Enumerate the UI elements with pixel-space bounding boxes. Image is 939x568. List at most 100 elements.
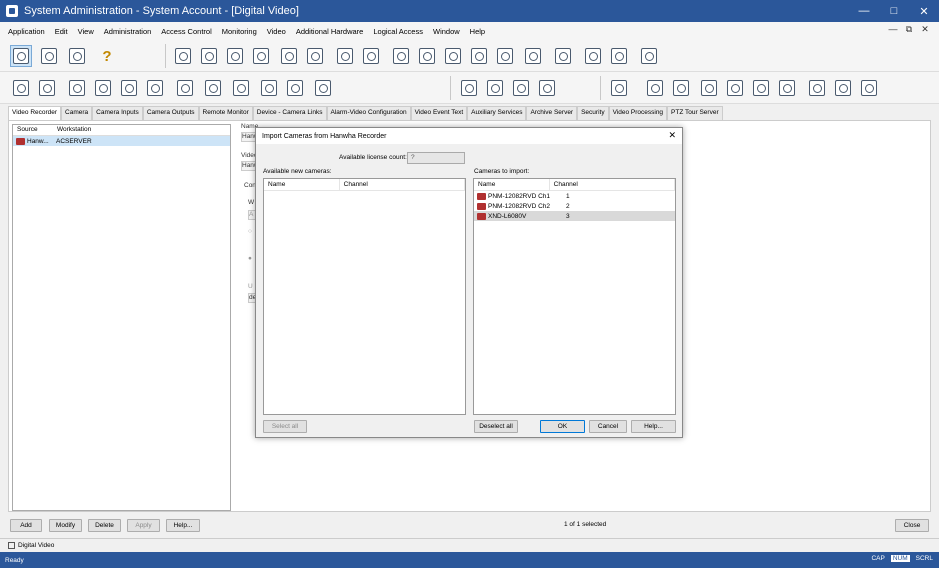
ok-button[interactable]: OK <box>540 420 585 433</box>
toolbar-chip-button[interactable] <box>312 77 334 99</box>
toolbar-help-button[interactable]: ? <box>96 45 118 67</box>
toolbar-alarm-button[interactable] <box>458 77 480 99</box>
toolbar-badge-button[interactable] <box>250 45 272 67</box>
menu-administration[interactable]: Administration <box>104 27 152 36</box>
available-column-channel[interactable]: Channel <box>340 179 465 190</box>
toolbar-video-monitor-button[interactable] <box>484 77 506 99</box>
toolbar-wand-button[interactable] <box>698 77 720 99</box>
toolbar-reader-button[interactable] <box>92 77 114 99</box>
toolbar-hierarchy-button[interactable] <box>10 77 32 99</box>
menu-window[interactable]: Window <box>433 27 460 36</box>
cameras-to-import-list[interactable]: Name Channel PNM-12082RVD Ch1 1 PNM-1208… <box>473 178 676 415</box>
tab-alarm-video-configuration[interactable]: Alarm-Video Configuration <box>326 106 411 120</box>
modify-button[interactable]: Modify <box>49 519 82 532</box>
toolbar-capture-button[interactable] <box>258 77 280 99</box>
list-item[interactable]: Hanw... ACSERVER <box>13 136 230 146</box>
menu-view[interactable]: View <box>78 27 94 36</box>
menu-edit[interactable]: Edit <box>55 27 68 36</box>
toolbar-cardholder-button[interactable] <box>172 45 194 67</box>
dialog-close-icon[interactable]: ✕ <box>668 130 676 141</box>
toolbar-grid-button[interactable] <box>724 77 746 99</box>
tab-camera-outputs[interactable]: Camera Outputs <box>142 106 199 120</box>
mdi-restore-icon[interactable]: ⧉ <box>901 24 917 35</box>
toolbar-settings-list-button[interactable] <box>284 77 306 99</box>
column-source[interactable]: Source <box>13 125 53 135</box>
document-tab[interactable]: Digital Video <box>0 538 939 552</box>
toolbar-display-button[interactable] <box>360 45 382 67</box>
help-button[interactable]: Help... <box>166 519 200 532</box>
tab-video-processing[interactable]: Video Processing <box>608 106 668 120</box>
menu-application[interactable]: Application <box>8 27 45 36</box>
toolbar-dial-button[interactable] <box>750 77 772 99</box>
toolbar-screen-button[interactable] <box>390 45 412 67</box>
recorder-list[interactable]: Source Workstation Hanw... ACSERVER <box>12 124 231 511</box>
toolbar-window-button[interactable] <box>522 45 544 67</box>
dialog-help-button[interactable]: Help... <box>631 420 676 433</box>
toolbar-route-button[interactable] <box>806 77 828 99</box>
tab-camera[interactable]: Camera <box>61 106 93 120</box>
select-all-button[interactable]: Select all <box>263 420 307 433</box>
tab-video-event-text[interactable]: Video Event Text <box>410 106 468 120</box>
tab-auxiliary-services[interactable]: Auxiliary Services <box>467 106 527 120</box>
toolbar-io-button[interactable] <box>118 77 140 99</box>
toolbar-intercom-button[interactable] <box>670 77 692 99</box>
toolbar-monitor-button[interactable] <box>334 45 356 67</box>
list-item[interactable]: PNM-12082RVD Ch2 2 <box>474 201 675 211</box>
tab-security[interactable]: Security <box>577 106 609 120</box>
menu-access-control[interactable]: Access Control <box>161 27 211 36</box>
tab-device-camera-links[interactable]: Device - Camera Links <box>252 106 327 120</box>
menu-help[interactable]: Help <box>470 27 485 36</box>
menu-logical-access[interactable]: Logical Access <box>373 27 423 36</box>
cancel-button[interactable]: Cancel <box>589 420 627 433</box>
toolbar-building-button[interactable] <box>776 77 798 99</box>
toolbar-target-button[interactable] <box>582 45 604 67</box>
mdi-close-icon[interactable]: ✕ <box>917 24 933 35</box>
toolbar-calendar-button[interactable] <box>174 77 196 99</box>
toolbar-panel-button[interactable] <box>36 77 58 99</box>
toolbar-clock-button[interactable] <box>442 45 464 67</box>
toolbar-network-button[interactable] <box>224 45 246 67</box>
menu-additional-hardware[interactable]: Additional Hardware <box>296 27 364 36</box>
add-button[interactable]: Add <box>10 519 42 532</box>
toolbar-search-button[interactable] <box>38 45 60 67</box>
toolbar-transfer-button[interactable] <box>832 77 854 99</box>
tab-ptz-tour-server[interactable]: PTZ Tour Server <box>667 106 723 120</box>
available-column-name[interactable]: Name <box>264 179 340 190</box>
toolbar-tree-button[interactable] <box>638 45 660 67</box>
toolbar-controller-button[interactable] <box>66 77 88 99</box>
tab-remote-monitor[interactable]: Remote Monitor <box>198 106 253 120</box>
tab-video-recorder[interactable]: Video Recorder <box>8 106 62 120</box>
toolbar-gear-button[interactable] <box>536 77 558 99</box>
close-icon[interactable]: ✕ <box>909 0 939 22</box>
deselect-all-button[interactable]: Deselect all <box>474 420 518 433</box>
list-item[interactable]: PNM-12082RVD Ch1 1 <box>474 191 675 201</box>
toolbar-camera-screen-button[interactable] <box>416 45 438 67</box>
import-column-name[interactable]: Name <box>474 179 550 190</box>
menu-video[interactable]: Video <box>267 27 286 36</box>
toolbar-people-network-button[interactable] <box>858 77 880 99</box>
toolbar-printer2-button[interactable] <box>144 77 166 99</box>
tab-archive-server[interactable]: Archive Server <box>526 106 578 120</box>
import-column-channel[interactable]: Channel <box>550 179 675 190</box>
menu-monitoring[interactable]: Monitoring <box>222 27 257 36</box>
toolbar-card-format-button[interactable] <box>278 45 300 67</box>
toolbar-portal-button[interactable] <box>230 77 252 99</box>
toolbar-printer-button[interactable] <box>552 45 574 67</box>
toolbar-visitor-button[interactable] <box>198 45 220 67</box>
apply-button[interactable]: Apply <box>127 519 160 532</box>
radio-2[interactable]: ● <box>248 255 252 262</box>
toolbar-flag-button[interactable] <box>608 77 630 99</box>
toolbar-operator-button[interactable] <box>510 77 532 99</box>
toolbar-video-recorder-button[interactable] <box>10 45 32 67</box>
toolbar-list-button[interactable] <box>468 45 490 67</box>
toolbar-fire-button[interactable] <box>644 77 666 99</box>
tab-camera-inputs[interactable]: Camera Inputs <box>92 106 143 120</box>
delete-button[interactable]: Delete <box>88 519 121 532</box>
toolbar-users-button[interactable] <box>66 45 88 67</box>
maximize-icon[interactable]: □ <box>879 0 909 22</box>
toolbar-stack-button[interactable] <box>494 45 516 67</box>
mdi-minimize-icon[interactable]: — <box>885 24 901 35</box>
close-button[interactable]: Close <box>895 519 929 532</box>
toolbar-plug-button[interactable] <box>608 45 630 67</box>
toolbar-door-button[interactable] <box>202 77 224 99</box>
